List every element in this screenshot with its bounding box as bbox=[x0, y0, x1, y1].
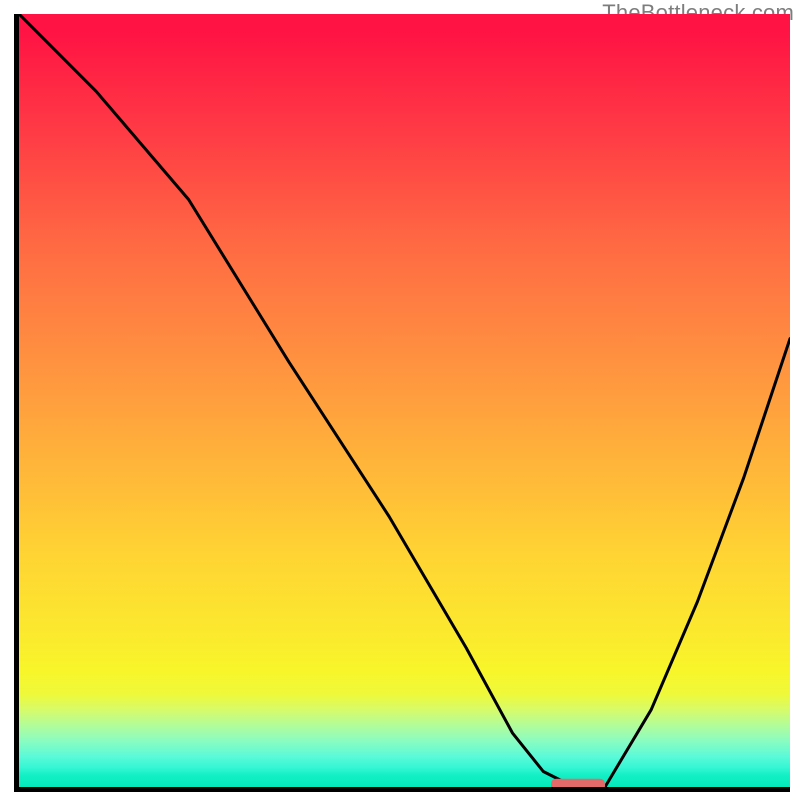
bottleneck-curve bbox=[19, 14, 790, 787]
optimal-marker bbox=[551, 779, 605, 787]
chart-container: TheBottleneck.com bbox=[0, 0, 800, 800]
curve-layer bbox=[19, 14, 790, 787]
plot-area bbox=[14, 14, 790, 792]
